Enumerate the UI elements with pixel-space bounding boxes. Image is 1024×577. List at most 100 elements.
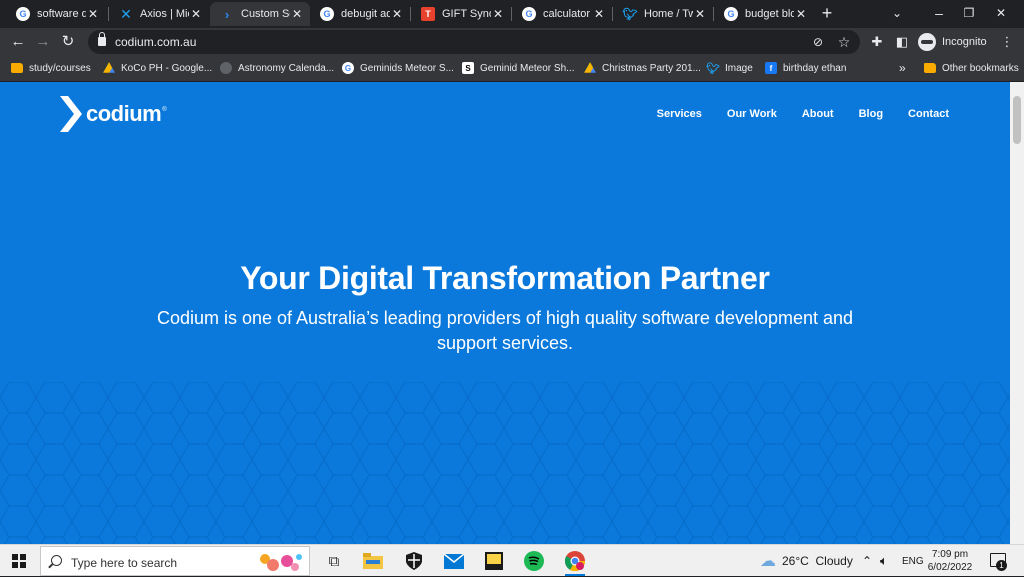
bookmark-study-courses[interactable]: study/courses (11, 61, 91, 75)
bookmark-geminids-meteor[interactable]: G Geminids Meteor S... (342, 61, 454, 75)
tab-axios[interactable]: ✕ Axios | Mic ✕ (109, 2, 209, 26)
file-explorer-icon[interactable] (361, 549, 385, 573)
nav-our-work[interactable]: Our Work (727, 108, 777, 120)
bookmark-label: study/courses (29, 62, 91, 74)
tab-title: GIFT Synon (442, 8, 491, 20)
close-tab-icon[interactable]: ✕ (592, 7, 606, 21)
tab-twitter-home[interactable]: 🐦︎ Home / Twi ✕ (613, 2, 713, 26)
language-indicator[interactable]: ENG (902, 545, 924, 577)
weather-widget[interactable]: ☁ 26°C Cloudy (760, 545, 853, 577)
bookmark-christmas-party[interactable]: Christmas Party 201... (584, 61, 701, 75)
tab-title: calculator (543, 8, 591, 20)
close-tab-icon[interactable]: ✕ (290, 7, 304, 21)
tab-search-chevron-icon[interactable]: ⌄ (882, 3, 912, 23)
browser-toolbar: ← → ↻ codium.com.au ⊘ ☆ ✚ ◧ Incognito ⋮ (0, 28, 1024, 56)
codium-logo[interactable]: codium ® (60, 96, 167, 132)
bookmark-label: Christmas Party 201... (602, 62, 701, 74)
task-view-icon[interactable]: ⧉ (322, 549, 346, 573)
tab-title: budget blo (745, 8, 794, 20)
taskbar-clock[interactable]: 7:09 pm 6/02/2022 (922, 548, 978, 574)
logo-registered-mark: ® (162, 107, 167, 113)
windows-start-icon[interactable] (12, 554, 26, 568)
bookmarks-overflow-chevron-icon[interactable]: » (899, 61, 906, 75)
side-panel-icon[interactable]: ◧ (893, 33, 911, 51)
spotify-icon[interactable] (522, 549, 546, 573)
tab-title: software de (37, 8, 86, 20)
tab-custom-software[interactable]: › Custom Sof ✕ (210, 2, 310, 26)
cloudy-weather-icon: ☁ (760, 553, 776, 570)
restore-button[interactable]: ❐ (954, 3, 984, 23)
minimize-button[interactable]: – (924, 3, 954, 23)
bookmark-label: KoCo PH - Google... (121, 62, 213, 74)
browser-chrome: G software de ✕ ✕ Axios | Mic ✕ › Custom… (0, 0, 1024, 82)
chrome-icon[interactable] (563, 549, 587, 576)
nav-blog[interactable]: Blog (859, 108, 883, 120)
close-tab-icon[interactable]: ✕ (491, 7, 505, 21)
search-placeholder: Type here to search (71, 556, 178, 570)
incognito-label: Incognito (942, 36, 987, 48)
bookmark-label: birthday ethan (783, 62, 847, 74)
google-icon: G (342, 62, 354, 74)
close-tab-icon[interactable]: ✕ (86, 7, 100, 21)
show-hidden-icons-chevron-icon[interactable]: ⌃ (862, 545, 872, 577)
sticky-notes-icon[interactable] (482, 549, 506, 573)
windows-taskbar: Type here to search ⧉ ☁ 26°C Cloudy ⌃ 🔈︎… (0, 544, 1024, 576)
nav-contact[interactable]: Contact (908, 108, 949, 120)
search-highlight-coral-icon (260, 554, 302, 571)
tab-debugit[interactable]: G debugit adv ✕ (310, 2, 410, 26)
codium-chevron-icon: › (224, 6, 230, 22)
security-icon[interactable] (402, 549, 426, 573)
bookmark-label: Other bookmarks (942, 62, 1019, 74)
scrollbar-thumb[interactable] (1013, 96, 1021, 144)
bookmark-birthday-ethan[interactable]: f birthday ethan (765, 61, 846, 75)
close-tab-icon[interactable]: ✕ (390, 7, 404, 21)
tab-calculator[interactable]: G calculator ✕ (512, 2, 612, 26)
menu-kebab-icon[interactable]: ⋮ (998, 33, 1016, 51)
eye-off-icon[interactable]: ⊘ (810, 34, 826, 50)
address-bar[interactable]: codium.com.au ⊘ ☆ (88, 30, 860, 54)
mail-icon[interactable] (442, 549, 466, 573)
url-text: codium.com.au (115, 35, 197, 49)
clock-time: 7:09 pm (931, 549, 969, 560)
nav-about[interactable]: About (802, 108, 834, 120)
tab-strip: G software de ✕ ✕ Axios | Mic ✕ › Custom… (0, 0, 1024, 28)
bookmark-astronomy-calendar[interactable]: Astronomy Calenda... (220, 61, 334, 75)
close-tab-icon[interactable]: ✕ (794, 7, 808, 21)
bookmark-label: Geminid Meteor Sh... (480, 62, 575, 74)
hexagon-pattern-background (0, 382, 1010, 544)
tab-budget-blog[interactable]: G budget blo ✕ (714, 2, 814, 26)
nav-services[interactable]: Services (657, 108, 702, 120)
forward-button[interactable]: → (33, 33, 53, 51)
folder-icon (11, 63, 23, 73)
incognito-profile-button[interactable]: Incognito (918, 31, 987, 53)
bookmark-label: Astronomy Calenda... (238, 62, 335, 74)
hero-subtitle: Codium is one of Australia’s leading pro… (156, 308, 854, 353)
twitter-icon: 🐦︎ (706, 62, 720, 75)
bookmark-label: Image (725, 62, 753, 74)
volume-icon[interactable]: 🔈︎ (880, 545, 888, 577)
bookmark-image[interactable]: 🐦︎ Image (706, 61, 753, 75)
back-button[interactable]: ← (8, 33, 28, 51)
notification-count-badge: 1 (996, 560, 1007, 571)
taskbar-search-box[interactable]: Type here to search (40, 546, 310, 576)
bookmark-koco-ph[interactable]: KoCo PH - Google... (103, 61, 212, 75)
bookmark-other-bookmarks[interactable]: Other bookmarks (924, 61, 1019, 75)
close-tab-icon[interactable]: ✕ (693, 7, 707, 21)
facebook-icon: f (765, 62, 777, 74)
codium-chevron-logo-icon (60, 96, 82, 132)
reload-button[interactable]: ↻ (58, 33, 78, 51)
bookmark-label: Geminids Meteor S... (360, 62, 454, 74)
extensions-puzzle-icon[interactable]: ✚ (868, 33, 886, 51)
bookmark-star-icon[interactable]: ☆ (836, 34, 852, 50)
close-window-button[interactable]: ✕ (986, 3, 1016, 23)
page-scrollbar[interactable] (1010, 82, 1024, 544)
tab-title: debugit adv (341, 8, 390, 20)
main-navigation: Services Our Work About Blog Contact (632, 108, 949, 120)
globe-icon (220, 62, 232, 74)
close-tab-icon[interactable]: ✕ (189, 7, 203, 21)
tab-software-de[interactable]: G software de ✕ (6, 2, 106, 26)
bookmark-geminid-meteor-shower[interactable]: S Geminid Meteor Sh... (462, 61, 574, 75)
tab-gift-synonyms[interactable]: T GIFT Synon ✕ (411, 2, 511, 26)
new-tab-button[interactable]: + (818, 4, 836, 22)
google-drive-icon (584, 62, 596, 73)
